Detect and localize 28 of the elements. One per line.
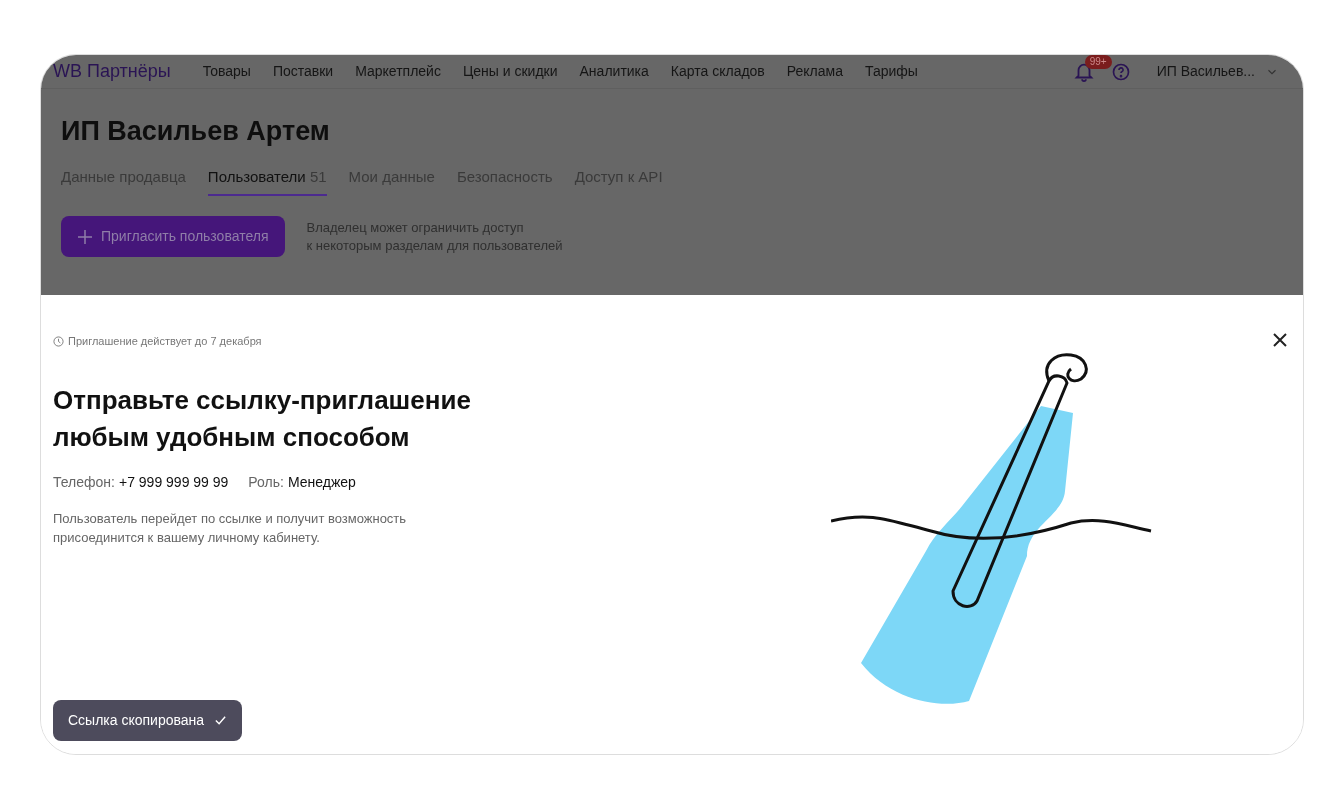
logo[interactable]: WB Партнёры: [53, 58, 171, 85]
clock-icon: [53, 335, 64, 347]
nav-link[interactable]: Товары: [202, 61, 251, 82]
invitation-description: Пользователь перейдет по ссылке и получит возможность присоединится к вашему личному кабинету.: [53, 509, 408, 547]
close-button[interactable]: [1271, 331, 1289, 349]
detail-value: +7 999 999 99 99: [118, 472, 229, 492]
page-title: ИП Васильев Артем: [61, 115, 331, 148]
nav-link[interactable]: Поставки: [272, 61, 334, 82]
detail-label: Телефон:: [53, 472, 115, 492]
nav-link[interactable]: Маркетплейс: [355, 61, 441, 82]
invite-user-button[interactable]: Пригласить пользователя: [61, 216, 285, 257]
nav-link[interactable]: Тарифы: [865, 61, 918, 82]
link-copied-toast[interactable]: Ссылка скопирована: [53, 700, 243, 741]
notification-count: 99+: [1084, 55, 1112, 69]
invitation-validity: Приглашение действует до 7 декабря: [68, 334, 262, 349]
nav-link[interactable]: Карта складов: [670, 61, 765, 82]
plus-icon: [77, 228, 93, 245]
modal-title: Отправьте ссылку-приглашение любым удобным способом: [53, 383, 472, 454]
close-icon: [1271, 331, 1289, 349]
account-menu[interactable]: ИП Васильев...: [1156, 61, 1279, 82]
help-icon[interactable]: [1110, 61, 1131, 82]
detail-label: Роль:: [248, 472, 284, 492]
nav-link[interactable]: Реклама: [786, 61, 843, 82]
detail-value: Менеджер: [287, 472, 356, 492]
nav-link[interactable]: Цены и скидки: [462, 61, 558, 82]
owner-hint: Владелец может ограничить доступ к некоторым разделам для пользователей: [306, 218, 563, 255]
nav-link[interactable]: Аналитика: [579, 61, 649, 82]
check-icon: [214, 714, 228, 727]
